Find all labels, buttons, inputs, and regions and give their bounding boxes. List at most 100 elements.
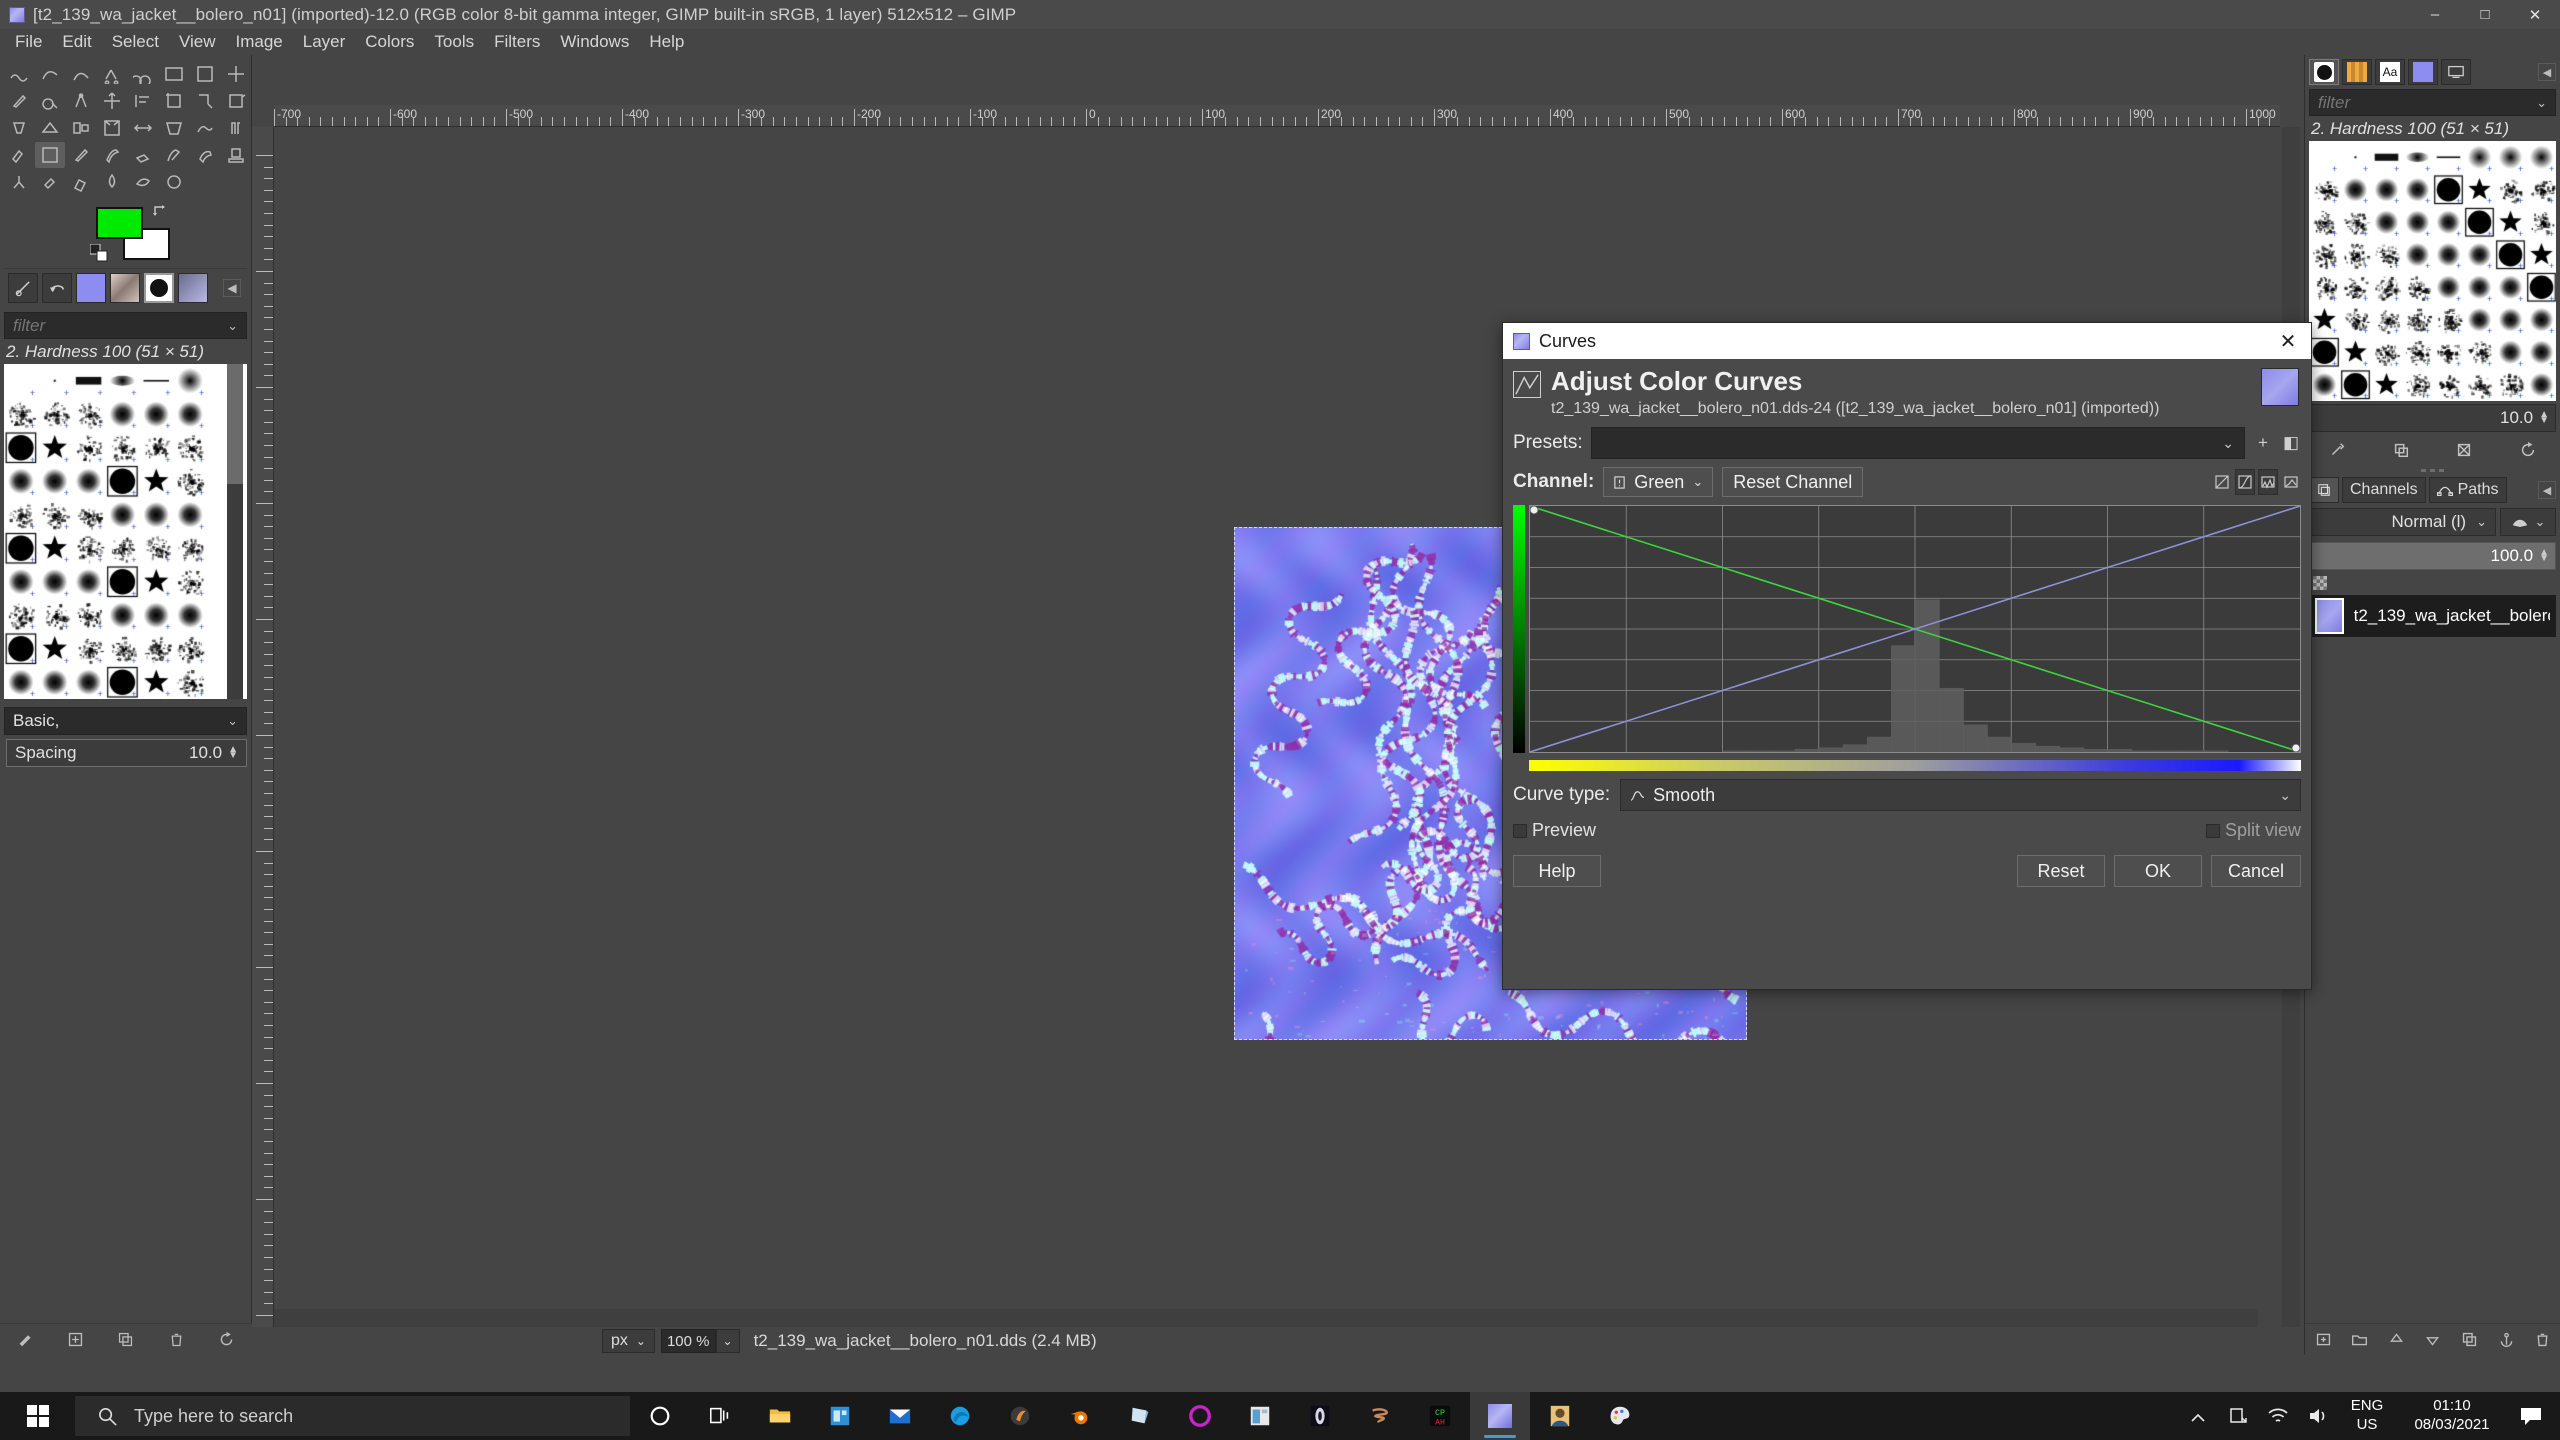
brush-spacing-row[interactable]: Spacing 10.0 ▲ ▼ — [6, 739, 247, 767]
brush-filter-input[interactable] — [13, 315, 228, 336]
safe-remove-icon[interactable] — [2218, 1392, 2258, 1440]
blend-mode-selector[interactable]: Normal (l) ⌄ — [2309, 508, 2496, 536]
layer-opacity-value[interactable]: 100.0 — [2491, 546, 2534, 566]
blur-sharpen-tool[interactable] — [97, 169, 127, 195]
composite-mode-selector[interactable]: ⌄ — [2500, 508, 2556, 536]
new-layer-icon[interactable] — [2315, 1331, 2332, 1348]
curves-dialog-close-button[interactable]: ✕ — [2271, 324, 2305, 358]
right-brush-grid[interactable] — [2309, 141, 2556, 401]
tray-overflow-icon[interactable] — [2178, 1392, 2218, 1440]
language-indicator[interactable]: ENG US — [2338, 1397, 2396, 1435]
refresh-brushes-icon[interactable] — [218, 1331, 235, 1348]
reset-button[interactable]: Reset — [2016, 855, 2105, 888]
tab-gradients[interactable] — [2408, 59, 2438, 85]
clock[interactable]: 01:10 08/03/2021 — [2396, 1397, 2508, 1435]
navigation-preview-button[interactable] — [2282, 1309, 2300, 1327]
color-picker-tool[interactable] — [4, 88, 34, 114]
chevron-down-icon-5[interactable]: ⌄ — [2536, 95, 2547, 111]
split-view-checkbox[interactable] — [2205, 823, 2220, 838]
brush-grid-scrollbar[interactable] — [227, 364, 243, 699]
shear-tool[interactable] — [4, 115, 34, 141]
zoom-dropdown-button[interactable]: ⌄ — [715, 1329, 740, 1353]
menu-image[interactable]: Image — [226, 30, 293, 54]
active-image-indicator[interactable] — [178, 273, 208, 303]
linear-histogram-icon[interactable] — [2258, 469, 2278, 496]
unified-transform-tool[interactable] — [221, 88, 251, 114]
chevron-down-icon[interactable]: ⌄ — [227, 318, 238, 334]
zoom-value[interactable]: 100 % — [660, 1329, 716, 1353]
duplicate-layer-icon[interactable] — [2461, 1331, 2478, 1348]
right-brush-filter-bar[interactable]: ⌄ — [2309, 89, 2556, 116]
tab-fonts[interactable]: Aa — [2375, 59, 2405, 85]
mypaint-brush-tool[interactable] — [221, 142, 251, 168]
foreground-color-swatch[interactable] — [96, 207, 143, 239]
taskbar-search-box[interactable]: Type here to search — [75, 1396, 630, 1436]
reset-channel-button[interactable]: Reset Channel — [1722, 467, 1864, 498]
right-spacing-row[interactable]: 10.0 ▲ ▼ — [2309, 404, 2556, 432]
paths-tool[interactable] — [66, 61, 96, 87]
layer-opacity-row[interactable]: 100.0 ▲ ▼ — [2309, 542, 2556, 570]
curve-type-selector[interactable]: Smooth ⌄ — [1620, 779, 2301, 812]
move-tool-2[interactable] — [97, 88, 127, 114]
menu-filters[interactable]: Filters — [484, 30, 550, 54]
edit-brush-icon[interactable] — [17, 1331, 34, 1348]
measure-tool[interactable] — [66, 88, 96, 114]
brush-thumbnails[interactable] — [4, 364, 207, 699]
tab-paths[interactable]: Paths — [2428, 477, 2507, 503]
clone-tool[interactable] — [4, 169, 34, 195]
tornado-icon[interactable] — [1350, 1392, 1410, 1440]
undo-history-indicator[interactable] — [42, 273, 72, 303]
gradient-tool[interactable] — [35, 142, 65, 168]
menu-select[interactable]: Select — [102, 30, 169, 54]
free-select-tool[interactable] — [35, 61, 65, 87]
file-explorer-icon[interactable] — [750, 1392, 810, 1440]
bucket-fill-tool[interactable] — [4, 142, 34, 168]
firefox-icon[interactable] — [1170, 1392, 1230, 1440]
store-icon[interactable] — [810, 1392, 870, 1440]
dock-menu-arrow-icon[interactable]: ◀ — [223, 279, 241, 297]
edit-brush-icon-2[interactable] — [2328, 441, 2346, 459]
menu-colors[interactable]: Colors — [355, 30, 424, 54]
presets-combobox[interactable]: ⌄ — [1590, 427, 2245, 460]
preview-checkbox[interactable] — [1513, 823, 1527, 838]
active-brush-indicator[interactable] — [144, 273, 174, 303]
right-brush-filter-input[interactable] — [2318, 92, 2537, 113]
chevron-down-icon-2[interactable]: ⌄ — [227, 713, 238, 729]
lock-alpha-icon[interactable] — [2313, 576, 2327, 590]
curves-dialog[interactable]: Curves ✕ Adjust Color Curves t2_139_wa_j… — [1502, 322, 2312, 990]
spacing-stepper[interactable]: ▲ ▼ — [228, 745, 238, 761]
volume-icon[interactable] — [2298, 1392, 2338, 1440]
delete-brush-icon-2[interactable] — [2455, 441, 2473, 459]
duplicate-brush-icon-2[interactable] — [2392, 441, 2410, 459]
photo-icon[interactable] — [1530, 1392, 1590, 1440]
airbrush-tool[interactable] — [159, 142, 189, 168]
brush-dynamics-indicator[interactable] — [8, 273, 38, 303]
rect-select-tool[interactable] — [190, 61, 220, 87]
right-dock-menu-arrow-icon[interactable]: ◀ — [2538, 63, 2556, 81]
delete-brush-icon[interactable] — [168, 1331, 185, 1348]
perspective-clone-tool[interactable] — [66, 169, 96, 195]
active-gradient-indicator[interactable] — [76, 273, 106, 303]
new-group-icon[interactable] — [2351, 1331, 2368, 1348]
dock-separator[interactable] — [2305, 465, 2560, 475]
gimp-icon[interactable] — [1470, 1392, 1530, 1440]
game-icon[interactable] — [1290, 1392, 1350, 1440]
crop-tool[interactable] — [159, 88, 189, 114]
dodge-burn-tool[interactable] — [159, 169, 189, 195]
linear-curve-icon[interactable] — [2212, 469, 2232, 495]
scissors-select-tool[interactable] — [97, 61, 127, 87]
paintbrush-tool[interactable] — [97, 142, 127, 168]
new-brush-icon[interactable] — [67, 1331, 84, 1348]
vertical-ruler[interactable] — [252, 127, 274, 1327]
reset-colors-icon[interactable] — [90, 244, 110, 262]
right-spacing-stepper[interactable]: ▲ ▼ — [2539, 410, 2549, 426]
active-pattern-indicator[interactable] — [110, 273, 140, 303]
menu-layer[interactable]: Layer — [293, 30, 356, 54]
brush-grid[interactable] — [4, 364, 247, 699]
layers-dock-menu-arrow-icon[interactable]: ◀ — [2538, 481, 2556, 499]
tab-document-history[interactable] — [2441, 59, 2471, 85]
opacity-stepper[interactable]: ▲ ▼ — [2539, 548, 2549, 564]
menu-windows[interactable]: Windows — [550, 30, 639, 54]
heal-tool[interactable] — [35, 169, 65, 195]
menu-help[interactable]: Help — [639, 30, 694, 54]
